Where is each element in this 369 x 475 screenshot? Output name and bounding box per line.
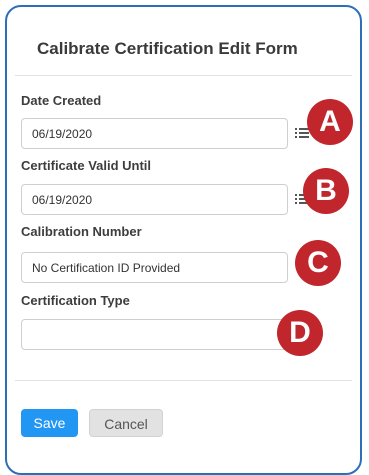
save-button[interactable]: Save bbox=[21, 409, 78, 437]
date-created-label: Date Created bbox=[21, 93, 102, 108]
calibration-number-label: Calibration Number bbox=[21, 224, 142, 239]
certification-type-input[interactable] bbox=[21, 319, 288, 350]
cancel-button[interactable]: Cancel bbox=[89, 409, 163, 437]
certificate-valid-until-input[interactable] bbox=[21, 184, 288, 215]
calibration-number-input[interactable] bbox=[21, 252, 288, 283]
certificate-valid-until-label: Certificate Valid Until bbox=[21, 158, 152, 173]
marker-b: B bbox=[303, 168, 349, 214]
certification-type-label: Certification Type bbox=[21, 293, 130, 308]
marker-c: C bbox=[295, 240, 341, 286]
date-created-input[interactable] bbox=[21, 118, 288, 149]
marker-d: D bbox=[277, 310, 323, 356]
marker-a: A bbox=[307, 99, 353, 145]
list-icon[interactable] bbox=[295, 127, 309, 139]
footer-divider bbox=[15, 380, 352, 381]
form-title: Calibrate Certification Edit Form bbox=[37, 39, 298, 58]
edit-form-card: Calibrate Certification Edit Form Date C… bbox=[5, 5, 362, 475]
title-divider bbox=[15, 75, 352, 76]
